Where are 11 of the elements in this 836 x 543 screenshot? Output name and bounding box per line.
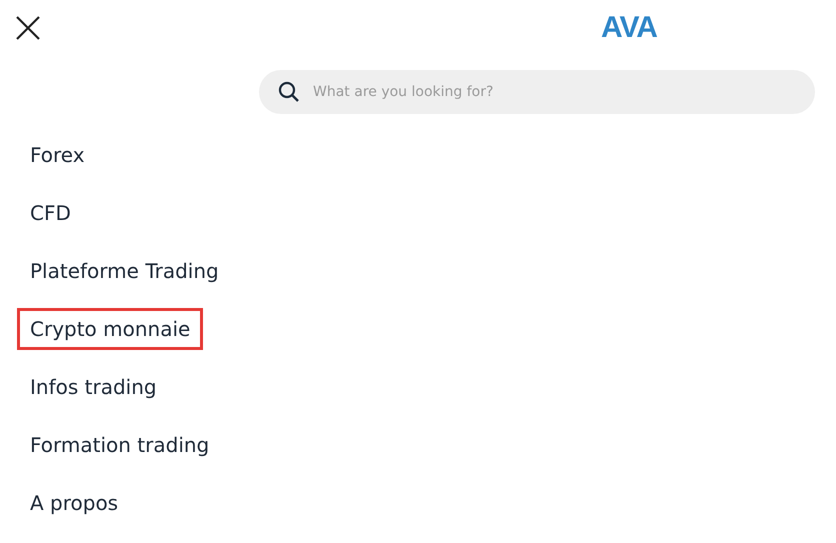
menu-item[interactable]: A propos (17, 482, 132, 524)
close-icon (15, 15, 41, 41)
logo[interactable]: AVA (601, 11, 657, 45)
menu-item[interactable]: Crypto monnaie (17, 308, 204, 350)
menu-item[interactable]: Plateforme Trading (17, 250, 232, 292)
search-field[interactable]: What are you looking for? (259, 70, 815, 114)
menu-item[interactable]: Formation trading (17, 424, 222, 466)
menu-item[interactable]: Forex (17, 134, 98, 176)
close-button[interactable] (15, 15, 41, 41)
menu-item[interactable]: CFD (17, 192, 84, 234)
menu-item[interactable]: Infos trading (17, 366, 170, 408)
